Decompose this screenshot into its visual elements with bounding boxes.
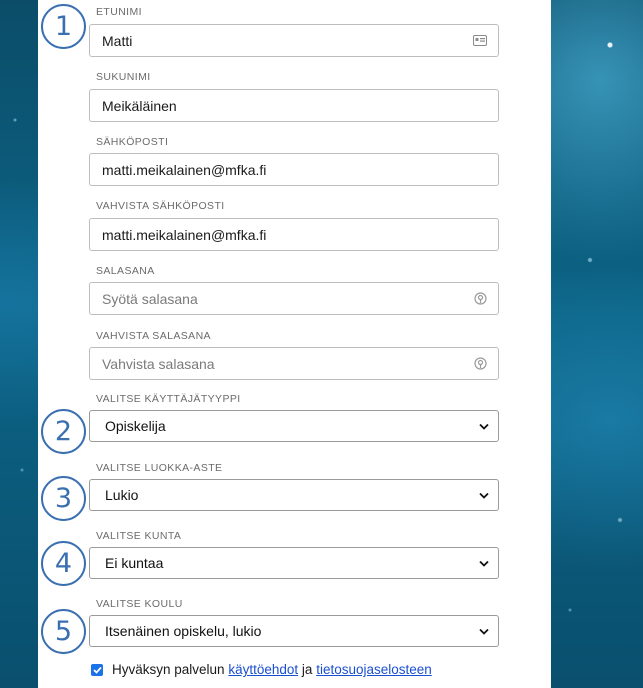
password-field[interactable]: Syötä salasana: [89, 282, 499, 315]
email-confirm-label: VAHVISTA SÄHKÖPOSTI: [96, 200, 225, 212]
school-value: Itsenäinen opiskelu, lukio: [105, 623, 262, 639]
step-marker-3: 3: [41, 476, 86, 521]
password-reveal-icon[interactable]: [472, 291, 488, 307]
user-type-value: Opiskelija: [105, 418, 166, 434]
email-field[interactable]: matti.meikalainen@mfka.fi: [89, 153, 499, 186]
last-name-label: SUKUNIMI: [96, 71, 151, 83]
user-type-label: VALITSE KÄYTTÄJÄTYYPPI: [96, 393, 241, 405]
first-name-field[interactable]: Matti: [89, 24, 499, 57]
password-label: SALASANA: [96, 265, 155, 277]
checkmark-icon: [92, 666, 102, 674]
first-name-label: ETUNIMI: [96, 6, 142, 18]
terms-of-use-link[interactable]: käyttöehdot: [228, 662, 298, 677]
step-marker-2: 2: [41, 409, 86, 454]
step-marker-1: 1: [41, 4, 86, 49]
school-select[interactable]: Itsenäinen opiskelu, lukio: [89, 615, 499, 647]
chevron-down-icon: [478, 625, 490, 637]
terms-consent: Hyväksyn palvelun käyttöehdot ja tietosu…: [91, 662, 432, 677]
email-confirm-field[interactable]: matti.meikalainen@mfka.fi: [89, 218, 499, 251]
chevron-down-icon: [478, 420, 490, 432]
step-marker-5: 5: [41, 609, 86, 654]
step-marker-4: 4: [41, 541, 86, 586]
password-placeholder: Syötä salasana: [102, 290, 198, 307]
consent-prefix: Hyväksyn palvelun: [112, 662, 225, 677]
password-confirm-placeholder: Vahvista salasana: [102, 355, 215, 372]
consent-joiner: ja: [301, 662, 313, 677]
password-confirm-label: VAHVISTA SALASANA: [96, 330, 211, 342]
grade-value: Lukio: [105, 487, 139, 503]
email-confirm-value: matti.meikalainen@mfka.fi: [102, 226, 267, 243]
email-label: SÄHKÖPOSTI: [96, 136, 169, 148]
user-type-select[interactable]: Opiskelija: [89, 410, 499, 442]
municipality-label: VALITSE KUNTA: [96, 530, 182, 542]
municipality-select[interactable]: Ei kuntaa: [89, 547, 499, 579]
grade-label: VALITSE LUOKKA-ASTE: [96, 462, 223, 474]
email-value: matti.meikalainen@mfka.fi: [102, 161, 267, 178]
terms-checkbox[interactable]: [91, 663, 103, 676]
contact-card-icon[interactable]: [472, 33, 488, 49]
privacy-policy-link[interactable]: tietosuojaselosteen: [316, 662, 432, 677]
chevron-down-icon: [478, 557, 490, 569]
last-name-field[interactable]: Meikäläinen: [89, 89, 499, 122]
chevron-down-icon: [478, 489, 490, 501]
password-confirm-field[interactable]: Vahvista salasana: [89, 347, 499, 380]
last-name-value: Meikäläinen: [102, 97, 177, 114]
password-reveal-icon[interactable]: [472, 356, 488, 372]
first-name-value: Matti: [102, 32, 133, 49]
grade-select[interactable]: Lukio: [89, 479, 499, 511]
school-label: VALITSE KOULU: [96, 598, 183, 610]
municipality-value: Ei kuntaa: [105, 555, 164, 571]
